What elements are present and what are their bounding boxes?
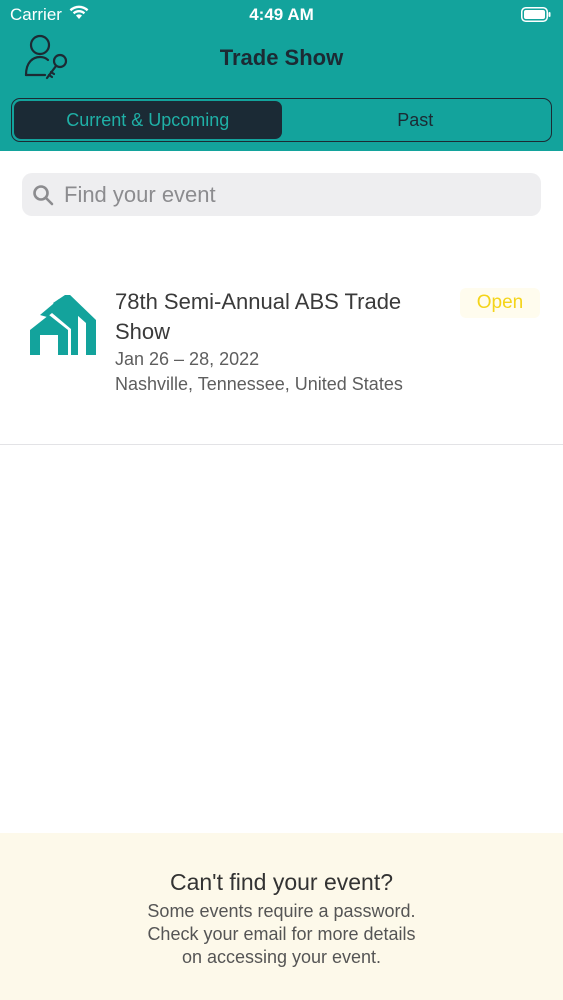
footer-text-line: on accessing your event. bbox=[181, 947, 382, 967]
tab-current-upcoming[interactable]: Current & Upcoming bbox=[14, 101, 282, 139]
tab-past[interactable]: Past bbox=[282, 101, 550, 139]
footer-text-line: Some events require a password. bbox=[147, 901, 416, 921]
house-logo-icon bbox=[30, 293, 96, 355]
status-time: 4:49 AM bbox=[249, 5, 314, 24]
page-title: Trade Show bbox=[219, 45, 344, 70]
header: Carrier 4:49 AM Trade Show Current & Upc… bbox=[0, 0, 563, 151]
footer-title: Can't find your event? bbox=[169, 869, 394, 895]
event-location: Nashville, Tennessee, United States bbox=[115, 374, 403, 394]
battery-icon bbox=[521, 7, 551, 27]
event-filter-segmented-control: Current & Upcoming Past bbox=[11, 98, 552, 142]
search-input[interactable] bbox=[64, 181, 524, 208]
status-bar: Carrier 4:49 AM bbox=[0, 0, 563, 30]
footer-text-line: Check your email for more details bbox=[147, 924, 416, 944]
search-icon bbox=[32, 184, 54, 206]
event-list-item[interactable]: 78th Semi-Annual ABS Trade Show Jan 26 –… bbox=[0, 265, 563, 445]
status-badge: Open bbox=[460, 288, 540, 318]
event-dates: Jan 26 – 28, 2022 bbox=[115, 349, 260, 369]
help-footer: Can't find your event? Some events requi… bbox=[0, 833, 563, 1000]
search-bar[interactable] bbox=[22, 173, 541, 216]
event-title: 78th Semi-Annual ABS Trade Show bbox=[115, 289, 402, 344]
